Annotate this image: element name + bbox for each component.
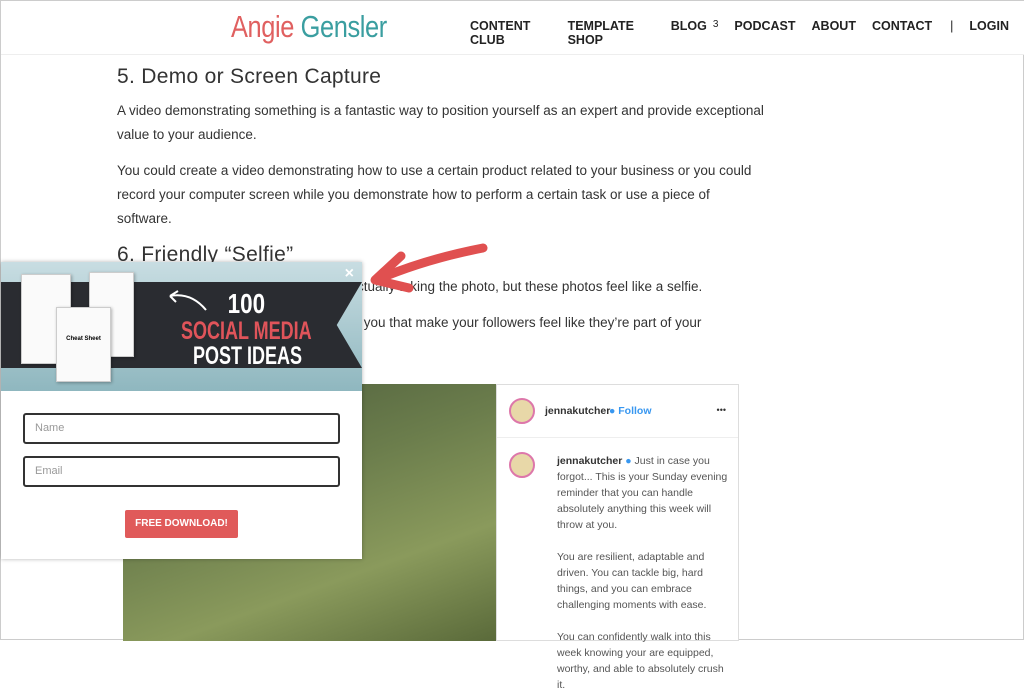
- nav-content-club[interactable]: CONTENT CLUB: [470, 19, 552, 47]
- red-arrow-icon: [370, 243, 488, 293]
- popup-banner: Cheat Sheet 100 SOCIAL MEDIA POST IDEAS …: [1, 262, 362, 391]
- main-nav: CONTENT CLUB TEMPLATE SHOP BLOG 3 PODCAS…: [470, 19, 1024, 47]
- free-download-button[interactable]: FREE DOWNLOAD!: [125, 510, 238, 538]
- popup-title-number: 100: [227, 288, 266, 319]
- curved-arrow-icon: [169, 290, 207, 311]
- avatar[interactable]: [509, 398, 535, 424]
- site-header: Angie Gensler CONTENT CLUB TEMPLATE SHOP…: [1, 1, 1024, 55]
- instagram-embed: jennakutcher ● Follow ••• jennakutcher ●…: [496, 384, 739, 691]
- ig-username[interactable]: jennakutcher: [545, 405, 610, 417]
- nav-template-shop[interactable]: TEMPLATE SHOP: [568, 19, 655, 47]
- avatar[interactable]: [509, 452, 535, 478]
- nav-about[interactable]: ABOUT: [812, 19, 856, 47]
- close-icon[interactable]: ×: [345, 265, 354, 283]
- section-heading-5: 5. Demo or Screen Capture: [117, 65, 382, 88]
- nav-login[interactable]: LOGIN: [969, 19, 1009, 47]
- ig-caption: jennakutcher ● Just in case you forgot..…: [557, 455, 728, 691]
- nav-divider: |: [950, 19, 954, 33]
- divider: [497, 437, 738, 438]
- cheat-sheet-cover: Cheat Sheet: [56, 307, 111, 382]
- blog-dropdown-indicator[interactable]: 3: [713, 19, 719, 47]
- name-input[interactable]: Name: [23, 413, 340, 444]
- nav-podcast[interactable]: PODCAST: [734, 19, 795, 47]
- nav-contact[interactable]: CONTACT: [872, 19, 932, 47]
- email-input[interactable]: Email: [23, 456, 340, 487]
- verified-icon: ● Follow: [609, 405, 652, 417]
- popup-title-line3: POST IDEAS: [193, 342, 303, 370]
- paragraph: You could create a video demonstrating h…: [117, 163, 752, 226]
- site-logo[interactable]: Angie Gensler: [231, 9, 387, 45]
- optin-popup: Cheat Sheet 100 SOCIAL MEDIA POST IDEAS …: [1, 262, 362, 559]
- more-options-icon[interactable]: •••: [717, 405, 726, 415]
- follow-link[interactable]: Follow: [618, 405, 651, 417]
- paragraph: A video demonstrating something is a fan…: [117, 103, 764, 142]
- nav-blog[interactable]: BLOG: [671, 19, 707, 47]
